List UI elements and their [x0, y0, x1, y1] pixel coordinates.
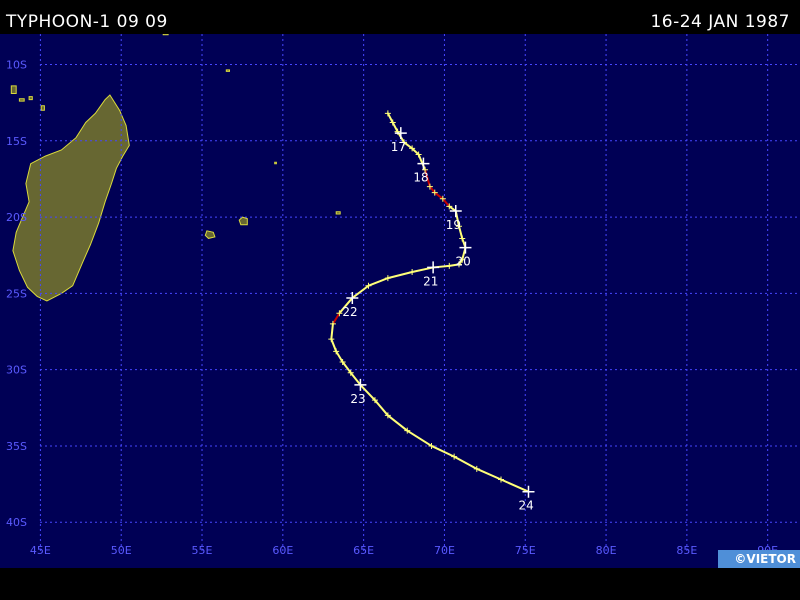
land-rodrigues [335, 211, 341, 215]
land-comoros-ngazidja [10, 85, 17, 94]
date-range: 16-24 JAN 1987 [650, 12, 790, 32]
lon-label: 50E [111, 544, 132, 557]
land-mayotte [40, 105, 45, 111]
day-label: 22 [342, 305, 357, 319]
title-bar: TYPHOON-1 09 09 16-24 JAN 1987 [0, 0, 800, 34]
land-comoros-mwali [18, 98, 25, 102]
land-comoros-nzwani [28, 96, 33, 101]
lat-label: 10S [6, 59, 27, 72]
land-agalega [225, 69, 230, 72]
lon-label: 55E [192, 544, 213, 557]
lon-label: 60E [272, 544, 293, 557]
land-cargados [274, 161, 277, 165]
bottom-bar [0, 568, 800, 600]
lat-label: 40S [6, 516, 27, 529]
lon-label: 75E [515, 544, 536, 557]
day-label: 24 [518, 499, 533, 513]
land-reunion [204, 230, 216, 239]
lat-label: 30S [6, 364, 27, 377]
lat-label: 15S [6, 135, 27, 148]
track-map: 17 18 19 20 21 22 23 24 45E 50E 55E 60E 65E 70E 75E 80… [0, 34, 800, 568]
storm-title: TYPHOON-1 09 09 [6, 12, 168, 32]
lon-label: 85E [676, 544, 697, 557]
day-label: 21 [423, 274, 438, 288]
lat-label: 20S [6, 211, 27, 224]
copyright-badge: ©VIETOR [718, 550, 800, 568]
day-label: 23 [350, 392, 365, 406]
lon-label: 80E [596, 544, 617, 557]
day-label: 17 [391, 140, 406, 154]
day-label: 18 [413, 171, 428, 185]
lon-label: 65E [353, 544, 374, 557]
day-label: 19 [446, 218, 461, 232]
lat-label: 25S [6, 287, 27, 300]
lat-label: 35S [6, 440, 27, 453]
lon-label: 45E [30, 544, 51, 557]
day-label: 20 [455, 255, 470, 269]
land-seychelles-alphonse [162, 34, 169, 36]
lon-label: 70E [434, 544, 455, 557]
